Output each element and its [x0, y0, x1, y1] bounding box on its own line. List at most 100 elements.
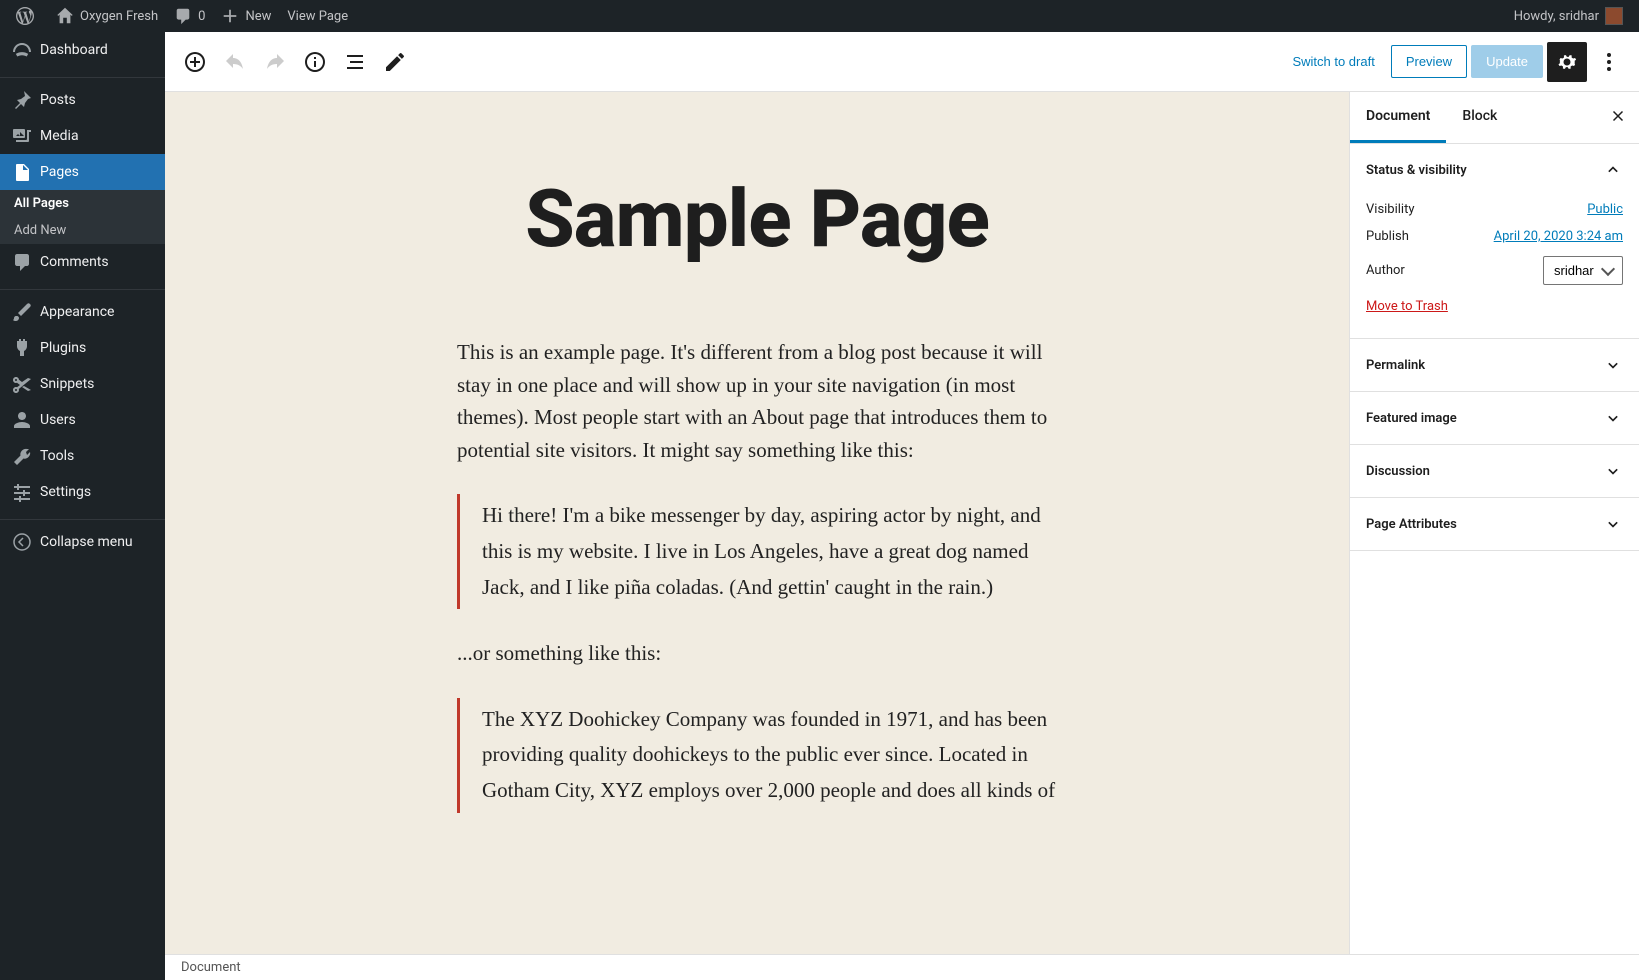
- menu-appearance[interactable]: Appearance: [0, 294, 165, 330]
- more-vertical-icon: [1597, 50, 1621, 74]
- paragraph-block[interactable]: This is an example page. It's different …: [457, 336, 1057, 466]
- menu-posts[interactable]: Posts: [0, 82, 165, 118]
- panel-featured-image: Featured image: [1350, 392, 1639, 445]
- chevron-down-icon: [1603, 408, 1623, 428]
- tab-block[interactable]: Block: [1446, 92, 1513, 143]
- list-icon: [343, 50, 367, 74]
- menu-separator: [0, 72, 165, 78]
- panel-page-attributes: Page Attributes: [1350, 498, 1639, 551]
- visibility-label: Visibility: [1366, 202, 1415, 217]
- dashboard-icon: [12, 40, 32, 60]
- undo-button[interactable]: [217, 44, 253, 80]
- wp-logo[interactable]: [8, 0, 48, 32]
- comments-icon: [12, 252, 32, 272]
- media-icon: [12, 126, 32, 146]
- submenu-all-pages[interactable]: All Pages: [0, 190, 165, 217]
- editor-footer: Document: [165, 954, 1639, 980]
- publish-value[interactable]: April 20, 2020 3:24 am: [1494, 229, 1623, 244]
- visibility-value[interactable]: Public: [1587, 202, 1623, 217]
- wrench-icon: [12, 446, 32, 466]
- submenu-pages: All Pages Add New: [0, 190, 165, 244]
- chevron-down-icon: [1603, 461, 1623, 481]
- brush-icon: [12, 302, 32, 322]
- comment-icon: [174, 7, 192, 25]
- menu-users[interactable]: Users: [0, 402, 165, 438]
- sidebar-tabs: Document Block: [1350, 92, 1639, 144]
- outline-button[interactable]: [337, 44, 373, 80]
- row-author: Author sridhar: [1366, 250, 1623, 291]
- chevron-up-icon: [1603, 160, 1623, 180]
- settings-toggle-button[interactable]: [1547, 42, 1587, 82]
- menu-media[interactable]: Media: [0, 118, 165, 154]
- panel-toggle-discussion[interactable]: Discussion: [1350, 445, 1639, 497]
- switch-to-draft-button[interactable]: Switch to draft: [1280, 46, 1386, 77]
- pages-icon: [12, 162, 32, 182]
- editor-canvas: Sample Page This is an example page. It'…: [165, 92, 1349, 954]
- undo-icon: [223, 50, 247, 74]
- redo-icon: [263, 50, 287, 74]
- menu-comments[interactable]: Comments: [0, 244, 165, 280]
- menu-plugins[interactable]: Plugins: [0, 330, 165, 366]
- plus-icon: [221, 7, 239, 25]
- edit-button[interactable]: [377, 44, 413, 80]
- pencil-icon: [383, 50, 407, 74]
- menu-snippets[interactable]: Snippets: [0, 366, 165, 402]
- breadcrumb[interactable]: Document: [181, 960, 241, 975]
- info-icon: [303, 50, 327, 74]
- panel-toggle-status[interactable]: Status & visibility: [1350, 144, 1639, 196]
- panel-toggle-attributes[interactable]: Page Attributes: [1350, 498, 1639, 550]
- editor: Switch to draft Preview Update Sample Pa…: [165, 32, 1639, 980]
- user-icon: [12, 410, 32, 430]
- menu-settings[interactable]: Settings: [0, 474, 165, 510]
- menu-collapse[interactable]: Collapse menu: [0, 524, 165, 560]
- submenu-add-new[interactable]: Add New: [0, 217, 165, 244]
- sliders-icon: [12, 482, 32, 502]
- more-options-button[interactable]: [1591, 44, 1627, 80]
- home-icon: [56, 7, 74, 25]
- preview-button[interactable]: Preview: [1391, 45, 1467, 78]
- post-title[interactable]: Sample Page: [457, 172, 1057, 266]
- chevron-down-icon: [1603, 355, 1623, 375]
- panel-permalink: Permalink: [1350, 339, 1639, 392]
- panel-status-visibility: Status & visibility Visibility Public Pu…: [1350, 144, 1639, 339]
- quote-block[interactable]: The XYZ Doohickey Company was founded in…: [457, 698, 1057, 813]
- collapse-icon: [12, 532, 32, 552]
- author-select[interactable]: sridhar: [1543, 256, 1623, 285]
- gear-icon: [1555, 50, 1579, 74]
- row-publish: Publish April 20, 2020 3:24 am: [1366, 223, 1623, 250]
- menu-separator: [0, 514, 165, 520]
- admin-menu: Dashboard Posts Media Pages All Pages Ad…: [0, 32, 165, 980]
- editor-header: Switch to draft Preview Update: [165, 32, 1639, 92]
- sidebar-close-button[interactable]: [1597, 95, 1639, 141]
- tab-document[interactable]: Document: [1350, 92, 1446, 143]
- avatar: [1605, 7, 1623, 25]
- site-name: Oxygen Fresh: [80, 9, 158, 24]
- comments-count: 0: [198, 9, 205, 24]
- canvas-scroll[interactable]: Sample Page This is an example page. It'…: [165, 92, 1349, 954]
- info-button[interactable]: [297, 44, 333, 80]
- menu-tools[interactable]: Tools: [0, 438, 165, 474]
- move-to-trash-link[interactable]: Move to Trash: [1366, 291, 1448, 322]
- update-button[interactable]: Update: [1471, 45, 1543, 78]
- redo-button[interactable]: [257, 44, 293, 80]
- panel-toggle-permalink[interactable]: Permalink: [1350, 339, 1639, 391]
- plus-circle-icon: [183, 50, 207, 74]
- site-link[interactable]: Oxygen Fresh: [48, 0, 166, 32]
- new-label: New: [245, 9, 271, 24]
- author-label: Author: [1366, 263, 1405, 278]
- new-link[interactable]: New: [213, 0, 279, 32]
- plug-icon: [12, 338, 32, 358]
- paragraph-block[interactable]: ...or something like this:: [457, 637, 1057, 670]
- comments-link[interactable]: 0: [166, 0, 213, 32]
- scissors-icon: [12, 374, 32, 394]
- add-block-button[interactable]: [177, 44, 213, 80]
- menu-pages[interactable]: Pages: [0, 154, 165, 190]
- chevron-down-icon: [1603, 514, 1623, 534]
- howdy-link[interactable]: Howdy, sridhar: [1506, 0, 1631, 32]
- quote-block[interactable]: Hi there! I'm a bike messenger by day, a…: [457, 494, 1057, 609]
- pin-icon: [12, 90, 32, 110]
- settings-sidebar: Document Block Status & visibility Visib…: [1349, 92, 1639, 954]
- view-page-link[interactable]: View Page: [279, 0, 356, 32]
- menu-dashboard[interactable]: Dashboard: [0, 32, 165, 68]
- panel-toggle-featured[interactable]: Featured image: [1350, 392, 1639, 444]
